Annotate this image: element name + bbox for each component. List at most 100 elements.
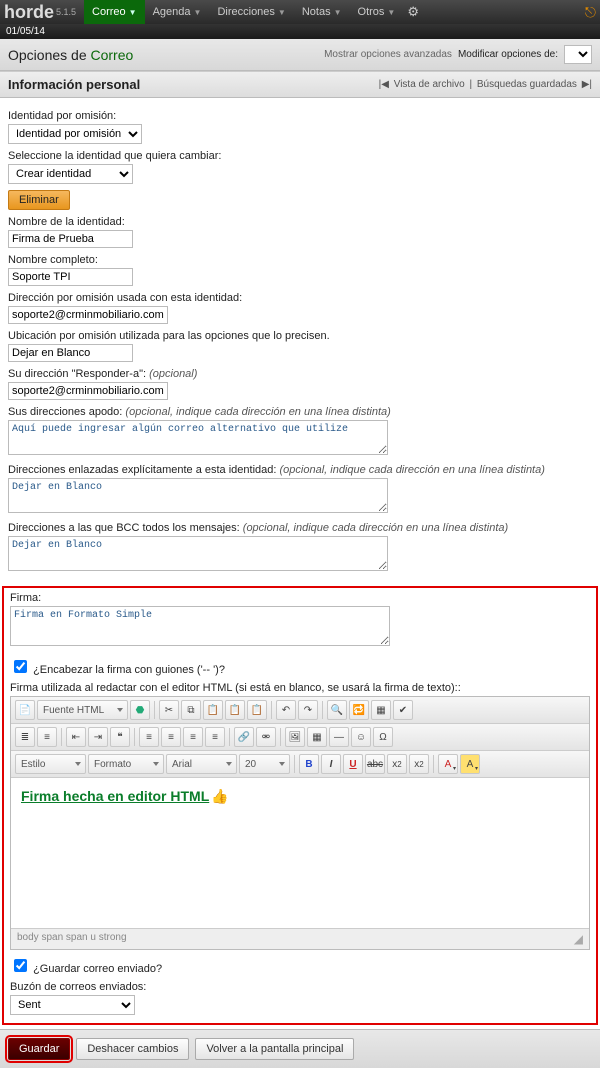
alias-label: Sus direcciones apodo: (opcional, indiqu… (8, 406, 592, 418)
nav-next-icon[interactable]: ▶| (582, 79, 592, 90)
cke-bgcolor-icon[interactable]: A▾ (460, 754, 480, 774)
cke-resize-icon[interactable]: ◢ (574, 932, 583, 946)
signature-label: Firma: (10, 592, 590, 604)
cke-spell-icon[interactable]: ✔ (393, 700, 413, 720)
sent-folder-label: Buzón de correos enviados: (10, 981, 590, 993)
select-identity-label: Seleccione la identidad que quiera cambi… (8, 150, 592, 162)
alias-textarea[interactable]: Aquí puede ingresar algún correo alterna… (8, 420, 388, 455)
cke-redo-icon[interactable]: ↷ (298, 700, 318, 720)
cke-copy-icon[interactable]: ⧉ (181, 700, 201, 720)
cke-link-icon[interactable]: 🔗 (234, 727, 254, 747)
cke-source-icon[interactable]: 📄 (15, 700, 35, 720)
cke-find-icon[interactable]: 🔍 (327, 700, 347, 720)
sig-dashes-label: ¿Encabezar la firma con guiones ('-- ')? (33, 664, 225, 676)
cke-selectall-icon[interactable]: ▦ (371, 700, 391, 720)
cke-elements-path[interactable]: body span span u strong (17, 932, 127, 946)
signature-textarea[interactable]: Firma en Formato Simple (10, 606, 390, 646)
cke-cut-icon[interactable]: ✂ (159, 700, 179, 720)
menu-direcciones[interactable]: Direcciones▼ (209, 0, 293, 24)
logout-icon[interactable]: ⎋ (585, 4, 596, 21)
cke-paste-word-icon[interactable]: 📋 (247, 700, 267, 720)
cke-left-icon[interactable]: ≡ (139, 727, 159, 747)
cke-image-icon[interactable]: 🖼 (285, 727, 305, 747)
cke-center-icon[interactable]: ≡ (161, 727, 181, 747)
modify-options-label: Modificar opciones de: (458, 49, 558, 60)
tieaddr-label: Direcciones enlazadas explícitamente a e… (8, 464, 592, 476)
cke-content: Firma hecha en editor HTML (21, 788, 209, 804)
cke-justify-icon[interactable]: ≡ (205, 727, 225, 747)
cke-paste-text-icon[interactable]: 📋 (225, 700, 245, 720)
cke-italic-icon[interactable]: I (321, 754, 341, 774)
bcc-textarea[interactable]: Dejar en Blanco (8, 536, 388, 571)
section-title: Información personal (8, 77, 140, 92)
cke-font-combo[interactable]: Arial (166, 754, 237, 774)
cke-format-combo[interactable]: Formato (88, 754, 164, 774)
modify-options-select[interactable] (564, 45, 592, 64)
default-identity-select[interactable]: Identidad por omisión (8, 124, 142, 144)
save-sent-label: ¿Guardar correo enviado? (33, 963, 162, 975)
replyto-input[interactable] (8, 382, 168, 400)
default-addr-input[interactable] (8, 306, 168, 324)
cke-smiley-icon[interactable]: ☺ (351, 727, 371, 747)
undo-button[interactable]: Deshacer cambios (76, 1038, 189, 1060)
file-view-link[interactable]: Vista de archivo (394, 79, 465, 90)
cke-save-icon[interactable]: ⬣ (130, 700, 150, 720)
cke-underline-icon[interactable]: U (343, 754, 363, 774)
sig-dashes-checkbox[interactable] (14, 660, 27, 673)
cke-body[interactable]: Firma hecha en editor HTML👍 (11, 778, 589, 928)
cke-textcolor-icon[interactable]: A▾ (438, 754, 458, 774)
signature-section: Firma: Firma en Formato Simple ¿Encabeza… (2, 586, 598, 1025)
cke-quote-icon[interactable]: ❝ (110, 727, 130, 747)
cke-unlink-icon[interactable]: ⚮ (256, 727, 276, 747)
cke-undo-icon[interactable]: ↶ (276, 700, 296, 720)
fullname-label: Nombre completo: (8, 254, 592, 266)
advanced-options-link[interactable]: Mostrar opciones avanzadas (324, 49, 452, 60)
menu-otros[interactable]: Otros▼ (350, 0, 404, 24)
sent-folder-select[interactable]: Sent (10, 995, 135, 1015)
cke-replace-icon[interactable]: 🔁 (349, 700, 369, 720)
saved-searches-link[interactable]: Búsquedas guardadas (477, 79, 577, 90)
cke-ul-icon[interactable]: ≡ (37, 727, 57, 747)
bcc-label: Direcciones a las que BCC todos los mens… (8, 522, 592, 534)
cke-source-combo[interactable]: Fuente HTML (37, 700, 128, 720)
cke-indent-icon[interactable]: ⇥ (88, 727, 108, 747)
cke-hr-icon[interactable]: ― (329, 727, 349, 747)
tieaddr-textarea[interactable]: Dejar en Blanco (8, 478, 388, 513)
cke-char-icon[interactable]: Ω (373, 727, 393, 747)
nav-prev-icon[interactable]: |◀ (379, 79, 389, 90)
identity-name-input[interactable] (8, 230, 133, 248)
cke-bold-icon[interactable]: B (299, 754, 319, 774)
gear-icon[interactable]: ⚙ (407, 4, 419, 20)
fullname-input[interactable] (8, 268, 133, 286)
menu-correo[interactable]: Correo▼ (84, 0, 145, 24)
brand-logo: horde (4, 2, 54, 23)
default-identity-label: Identidad por omisión: (8, 110, 592, 122)
cke-ol-icon[interactable]: ≣ (15, 727, 35, 747)
page-title: Opciones de Correo (8, 47, 133, 63)
cke-sup-icon[interactable]: x2 (409, 754, 429, 774)
signature-html-label: Firma utilizada al redactar con el edito… (10, 682, 590, 694)
save-sent-checkbox[interactable] (14, 959, 27, 972)
select-identity-select[interactable]: Crear identidad (8, 164, 133, 184)
cke-paste-icon[interactable]: 📋 (203, 700, 223, 720)
location-input[interactable] (8, 344, 133, 362)
menu-notas[interactable]: Notas▼ (294, 0, 350, 24)
replyto-label: Su dirección "Responder-a": (opcional) (8, 368, 592, 380)
cke-outdent-icon[interactable]: ⇤ (66, 727, 86, 747)
cke-size-combo[interactable]: 20 (239, 754, 290, 774)
cke-strike-icon[interactable]: abc (365, 754, 385, 774)
back-button[interactable]: Volver a la pantalla principal (195, 1038, 354, 1060)
brand-version: 5.1.5 (56, 7, 76, 17)
date-bar: 01/05/14 (0, 24, 600, 39)
delete-button[interactable]: Eliminar (8, 190, 70, 210)
default-addr-label: Dirección por omisión usada con esta ide… (8, 292, 592, 304)
thumbs-up-icon: 👍 (211, 788, 228, 804)
cke-style-combo[interactable]: Estilo (15, 754, 86, 774)
cke-table-icon[interactable]: ▦ (307, 727, 327, 747)
cke-sub-icon[interactable]: x2 (387, 754, 407, 774)
save-button[interactable]: Guardar (8, 1038, 70, 1060)
identity-name-label: Nombre de la identidad: (8, 216, 592, 228)
menu-agenda[interactable]: Agenda▼ (145, 0, 210, 24)
cke-right-icon[interactable]: ≡ (183, 727, 203, 747)
html-editor: 📄 Fuente HTML ⬣ ✂ ⧉ 📋 📋 📋 ↶ ↷ 🔍 🔁 ▦ ✔ ≣ … (10, 696, 590, 950)
